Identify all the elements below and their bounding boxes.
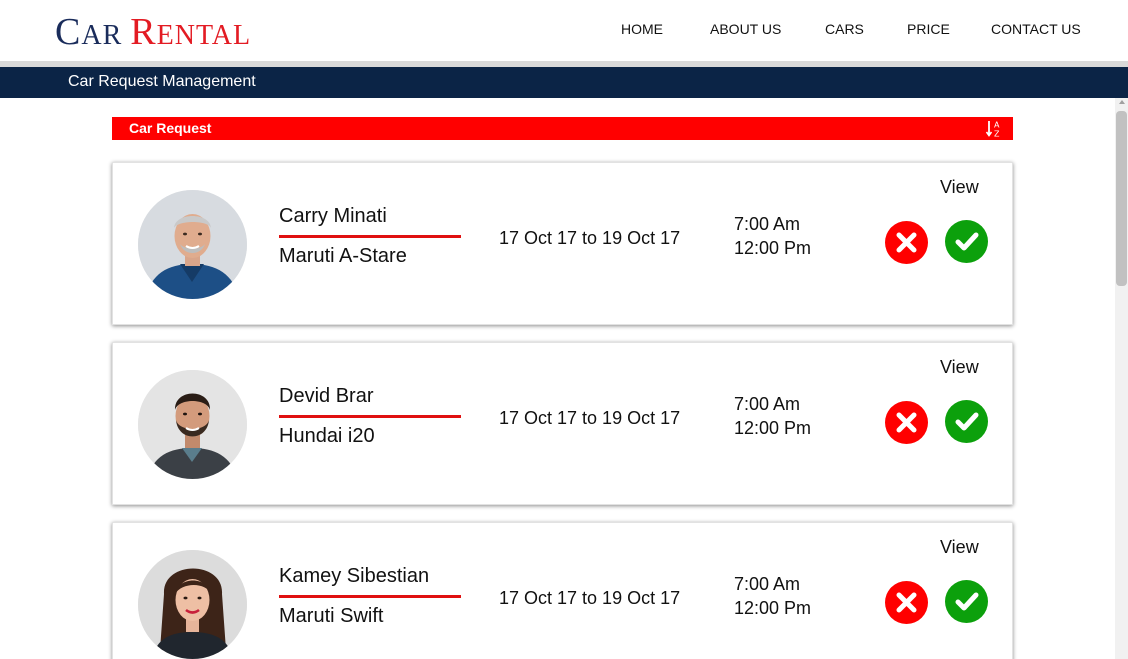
brand-logo[interactable]: CAR RENTAL — [55, 10, 251, 54]
top-navbar: CAR RENTAL HOME ABOUT US CARS PRICE CONT… — [0, 0, 1128, 61]
check-icon — [955, 592, 979, 611]
view-link[interactable]: View — [940, 177, 979, 198]
avatar — [138, 190, 247, 299]
nav-cars[interactable]: CARS — [825, 21, 864, 37]
nav-contact-us[interactable]: CONTACT US — [991, 21, 1081, 37]
reject-button[interactable] — [885, 581, 928, 624]
request-card: Carry Minati Maruti A-Stare 17 Oct 17 to… — [112, 162, 1013, 325]
end-time: 12:00 Pm — [734, 418, 812, 438]
scroll-up-arrow-icon[interactable] — [1119, 100, 1125, 104]
section-header: Car Request A Z — [112, 117, 1013, 140]
start-time: 7:00 Am — [734, 394, 801, 414]
svg-text:A: A — [994, 121, 1000, 130]
accept-button[interactable] — [945, 220, 988, 263]
name-divider — [279, 595, 461, 598]
sort-alpha-icon[interactable]: A Z — [985, 119, 1003, 138]
requester-name: Kamey Sibestian — [279, 565, 430, 587]
nav-price[interactable]: PRICE — [907, 21, 950, 37]
page-title: Car Request Management — [68, 73, 256, 90]
reject-button[interactable] — [885, 221, 928, 264]
avatar — [138, 550, 247, 659]
date-range: 17 Oct 17 to 19 Oct 17 — [499, 228, 681, 248]
start-time: 7:00 Am — [734, 574, 801, 594]
nav-about-us[interactable]: ABOUT US — [710, 21, 781, 37]
close-icon — [896, 232, 917, 253]
section-title: Car Request — [129, 120, 212, 136]
view-link[interactable]: View — [940, 357, 979, 378]
car-name: Hundai i20 — [279, 425, 375, 447]
name-divider — [279, 415, 461, 418]
car-name: Maruti Swift — [279, 605, 384, 627]
end-time: 12:00 Pm — [734, 238, 812, 258]
close-icon — [896, 412, 917, 433]
reject-button[interactable] — [885, 401, 928, 444]
accept-button[interactable] — [945, 400, 988, 443]
start-time: 7:00 Am — [734, 214, 801, 234]
page-title-bar: Car Request Management — [0, 67, 1128, 98]
svg-text:Z: Z — [994, 130, 1000, 139]
requester-name: Carry Minati — [279, 205, 387, 227]
check-icon — [955, 412, 979, 431]
scrollbar-thumb[interactable] — [1116, 111, 1127, 286]
end-time: 12:00 Pm — [734, 598, 812, 618]
avatar — [138, 370, 247, 479]
request-card: Devid Brar Hundai i20 17 Oct 17 to 19 Oc… — [112, 342, 1013, 505]
name-divider — [279, 235, 461, 238]
nav-home[interactable]: HOME — [621, 21, 663, 37]
view-link[interactable]: View — [940, 537, 979, 558]
date-range: 17 Oct 17 to 19 Oct 17 — [499, 588, 681, 608]
car-name: Maruti A-Stare — [279, 245, 407, 267]
close-icon — [896, 592, 917, 613]
requester-name: Devid Brar — [279, 385, 374, 407]
date-range: 17 Oct 17 to 19 Oct 17 — [499, 408, 681, 428]
accept-button[interactable] — [945, 580, 988, 623]
request-card: Kamey Sibestian Maruti Swift 17 Oct 17 t… — [112, 522, 1013, 659]
check-icon — [955, 232, 979, 251]
